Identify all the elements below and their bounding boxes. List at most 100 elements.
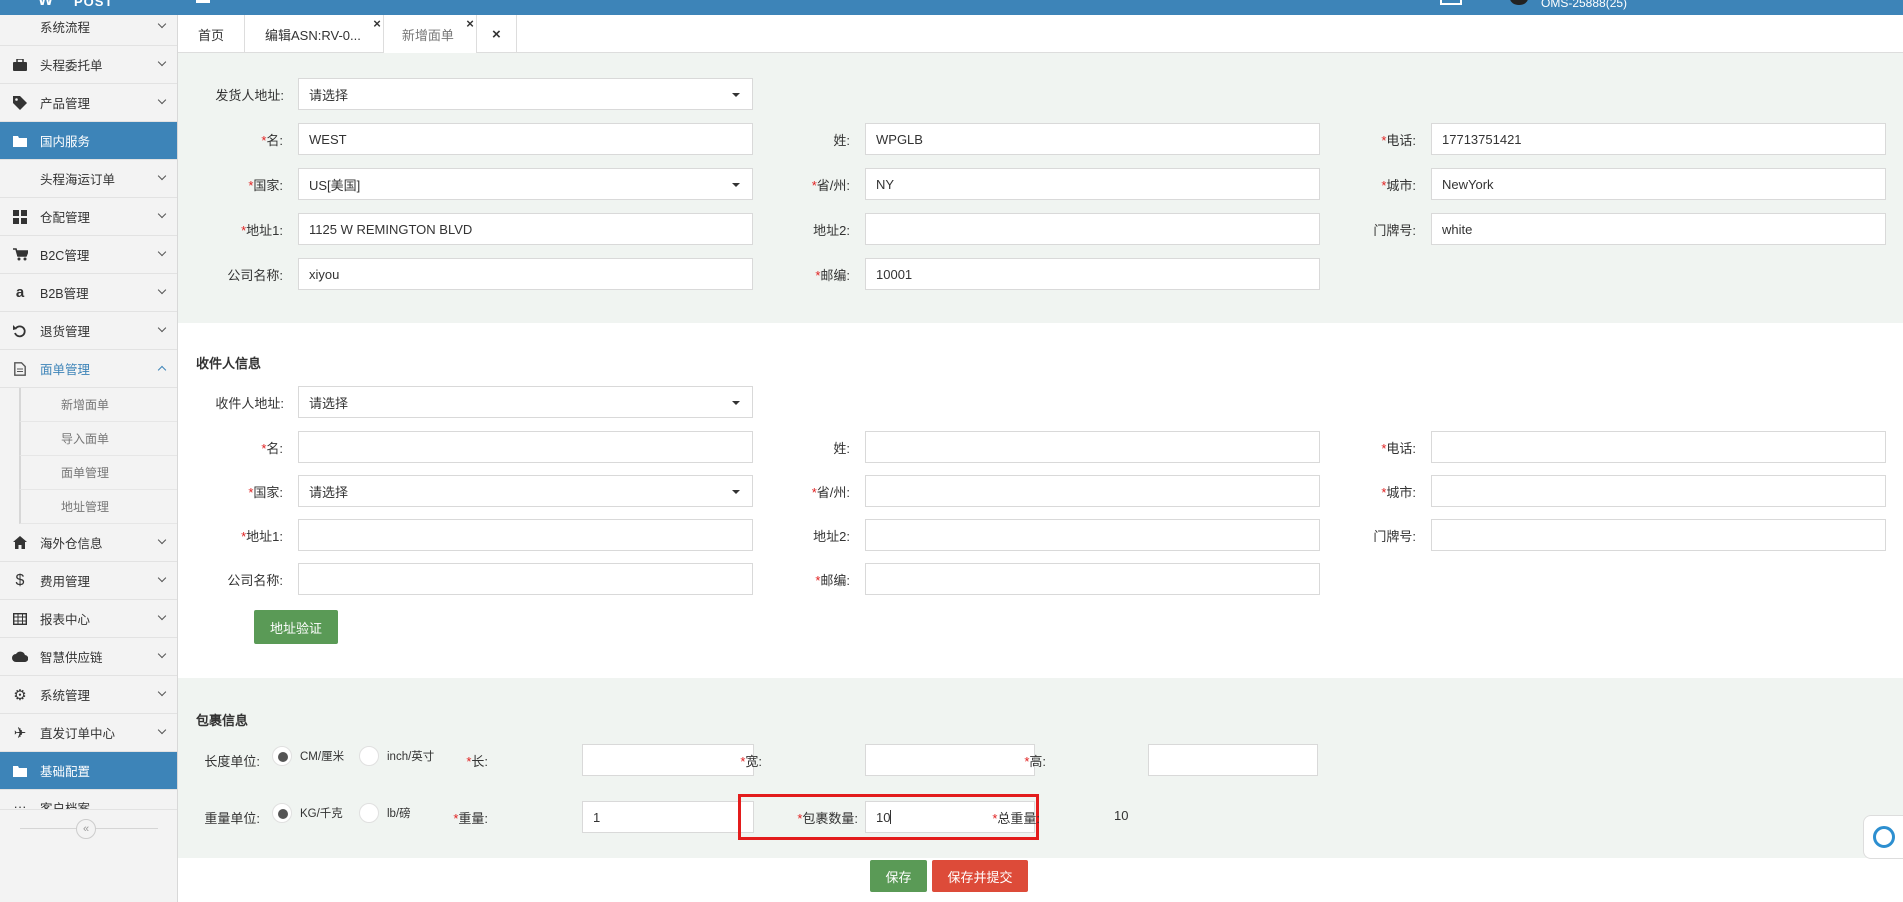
save-submit-button[interactable]: 保存并提交 bbox=[932, 860, 1028, 892]
sidebar-item-base-config[interactable]: 基础配置 bbox=[0, 752, 177, 790]
total-weight-value: 10 bbox=[1114, 808, 1129, 823]
sender-country-select[interactable]: US[美国] bbox=[298, 168, 753, 200]
main-content: 发货人地址: 请选择 *名: WEST 姓: WPGLB *电话: 177137… bbox=[178, 53, 1903, 902]
height-input[interactable] bbox=[1148, 744, 1318, 776]
grid-icon bbox=[12, 209, 28, 225]
mail-icon[interactable] bbox=[1440, 0, 1462, 5]
sidebar-item-system-flow[interactable]: 系统流程 bbox=[0, 15, 177, 46]
sidebar-item-fees[interactable]: $ 费用管理 bbox=[0, 562, 177, 600]
sender-door-input[interactable]: white bbox=[1431, 213, 1886, 245]
collapse-icon[interactable]: « bbox=[76, 819, 96, 839]
sender-state-input[interactable]: NY bbox=[865, 168, 1320, 200]
receiver-city-input[interactable] bbox=[1431, 475, 1886, 507]
dollar-icon: $ bbox=[15, 571, 25, 589]
sidebar-item-system[interactable]: ⚙ 系统管理 bbox=[0, 676, 177, 714]
receiver-state-input[interactable] bbox=[865, 475, 1320, 507]
sender-zip-input[interactable]: 10001 bbox=[865, 258, 1320, 290]
close-all-tabs-button[interactable]: × bbox=[477, 15, 517, 53]
sidebar-item-label: 系统管理 bbox=[40, 689, 91, 703]
length-unit-label: 长度单位: bbox=[204, 754, 260, 769]
receiver-phone-input[interactable] bbox=[1431, 431, 1886, 463]
weight-unit-kg-radio[interactable]: KG/千克 bbox=[272, 803, 343, 823]
submenu-item-import-waybill[interactable]: 导入面单 bbox=[19, 422, 177, 456]
sidebar-item-headway-order[interactable]: 头程委托单 bbox=[0, 46, 177, 84]
sidebar-item-supply-chain[interactable]: 智慧供应链 bbox=[0, 638, 177, 676]
sidebar-item-waybill[interactable]: 面单管理 bbox=[0, 350, 177, 388]
receiver-door-input[interactable] bbox=[1431, 519, 1886, 551]
receiver-first-name-label: *名: bbox=[261, 441, 283, 456]
submenu-item-new-waybill[interactable]: 新增面单 bbox=[19, 388, 177, 422]
sidebar-item-warehouse[interactable]: 仓配管理 bbox=[0, 198, 177, 236]
sidebar-item-label: 基础配置 bbox=[40, 765, 91, 779]
blank-icon bbox=[12, 171, 28, 187]
sender-address2-input[interactable] bbox=[865, 213, 1320, 245]
plane-icon: ✈ bbox=[13, 724, 27, 742]
sidebar-item-domestic[interactable]: 国内服务 bbox=[0, 122, 177, 160]
floating-help-button[interactable] bbox=[1863, 815, 1903, 859]
sidebar-item-label: 退货管理 bbox=[40, 325, 91, 339]
chevron-down-icon bbox=[157, 95, 167, 105]
sender-city-input[interactable]: NewYork bbox=[1431, 168, 1886, 200]
receiver-door-label: 门牌号: bbox=[1373, 529, 1416, 544]
sidebar-item-b2b[interactable]: a B2B管理 bbox=[0, 274, 177, 312]
height-label: *高: bbox=[1024, 754, 1046, 769]
chevron-down-icon bbox=[157, 323, 167, 333]
tab-edit-asn[interactable]: 编辑ASN:RV-0... × bbox=[245, 15, 384, 53]
tab-home[interactable]: 首页 bbox=[178, 15, 246, 53]
sidebar-item-reports[interactable]: 报表中心 bbox=[0, 600, 177, 638]
weight-input[interactable]: 1 bbox=[582, 801, 754, 833]
tab-new-waybill[interactable]: 新增面单 × bbox=[383, 15, 477, 53]
file-icon bbox=[12, 361, 28, 377]
receiver-address2-input[interactable] bbox=[865, 519, 1320, 551]
receiver-address-select[interactable]: 请选择 bbox=[298, 386, 753, 418]
top-bar: W POST OMS-25888(25) bbox=[0, 0, 1903, 15]
close-icon[interactable]: × bbox=[466, 17, 474, 30]
sender-address-label: 发货人地址: bbox=[215, 88, 284, 103]
sidebar-item-customer[interactable]: ··· 客户档案 bbox=[0, 790, 177, 810]
sidebar-item-products[interactable]: 产品管理 bbox=[0, 84, 177, 122]
sidebar-item-label: 产品管理 bbox=[40, 97, 91, 111]
save-button[interactable]: 保存 bbox=[870, 860, 927, 892]
sender-address1-input[interactable]: 1125 W REMINGTON BLVD bbox=[298, 213, 753, 245]
menu-toggle-icon[interactable] bbox=[196, 0, 210, 3]
receiver-last-name-input[interactable] bbox=[865, 431, 1320, 463]
sender-last-name-input[interactable]: WPGLB bbox=[865, 123, 1320, 155]
avatar[interactable] bbox=[1510, 0, 1528, 5]
receiver-country-select[interactable]: 请选择 bbox=[298, 475, 753, 507]
sender-address-select[interactable]: 请选择 bbox=[298, 78, 753, 110]
briefcase-icon bbox=[12, 57, 28, 73]
sidebar-item-returns[interactable]: 退货管理 bbox=[0, 312, 177, 350]
sender-company-label: 公司名称: bbox=[227, 268, 283, 283]
sidebar-item-sea-order[interactable]: 头程海运订单 bbox=[0, 160, 177, 198]
sidebar-menu: 系统流程 头程委托单 产品管理 国内服务 头程海运订单 仓配管理 B2C管理 a… bbox=[0, 15, 177, 810]
sidebar-item-overseas[interactable]: 海外仓信息 bbox=[0, 524, 177, 562]
radio-label: KG/千克 bbox=[300, 808, 343, 820]
chevron-down-icon bbox=[157, 57, 167, 67]
sender-company-input[interactable]: xiyou bbox=[298, 258, 753, 290]
receiver-zip-input[interactable] bbox=[865, 563, 1320, 595]
chevron-up-icon bbox=[157, 365, 167, 375]
blank-icon bbox=[12, 19, 28, 35]
submenu-item-address-manage[interactable]: 地址管理 bbox=[19, 490, 177, 524]
chevron-down-icon bbox=[157, 573, 167, 583]
length-unit-cm-radio[interactable]: CM/厘米 bbox=[272, 746, 344, 766]
verify-address-button[interactable]: 地址验证 bbox=[254, 610, 338, 644]
sidebar-item-direct-order[interactable]: ✈ 直发订单中心 bbox=[0, 714, 177, 752]
submenu-item-waybill-manage[interactable]: 面单管理 bbox=[19, 456, 177, 490]
sidebar-item-label: 直发订单中心 bbox=[40, 727, 116, 741]
length-label: *长: bbox=[466, 754, 488, 769]
chevron-down-icon bbox=[157, 209, 167, 219]
sidebar-collapse[interactable]: « bbox=[0, 812, 177, 846]
receiver-first-name-input[interactable] bbox=[298, 431, 753, 463]
close-icon[interactable]: × bbox=[373, 17, 381, 30]
sidebar-item-label: 国内服务 bbox=[40, 135, 91, 149]
receiver-company-label: 公司名称: bbox=[227, 573, 283, 588]
receiver-address1-input[interactable] bbox=[298, 519, 753, 551]
sender-first-name-input[interactable]: WEST bbox=[298, 123, 753, 155]
receiver-company-input[interactable] bbox=[298, 563, 753, 595]
sender-phone-input[interactable]: 17713751421 bbox=[1431, 123, 1886, 155]
user-name[interactable]: OMS-25888(25) bbox=[1541, 0, 1627, 10]
sidebar-item-b2c[interactable]: B2C管理 bbox=[0, 236, 177, 274]
receiver-country-label: *国家: bbox=[248, 485, 283, 500]
tag-icon bbox=[12, 95, 28, 111]
